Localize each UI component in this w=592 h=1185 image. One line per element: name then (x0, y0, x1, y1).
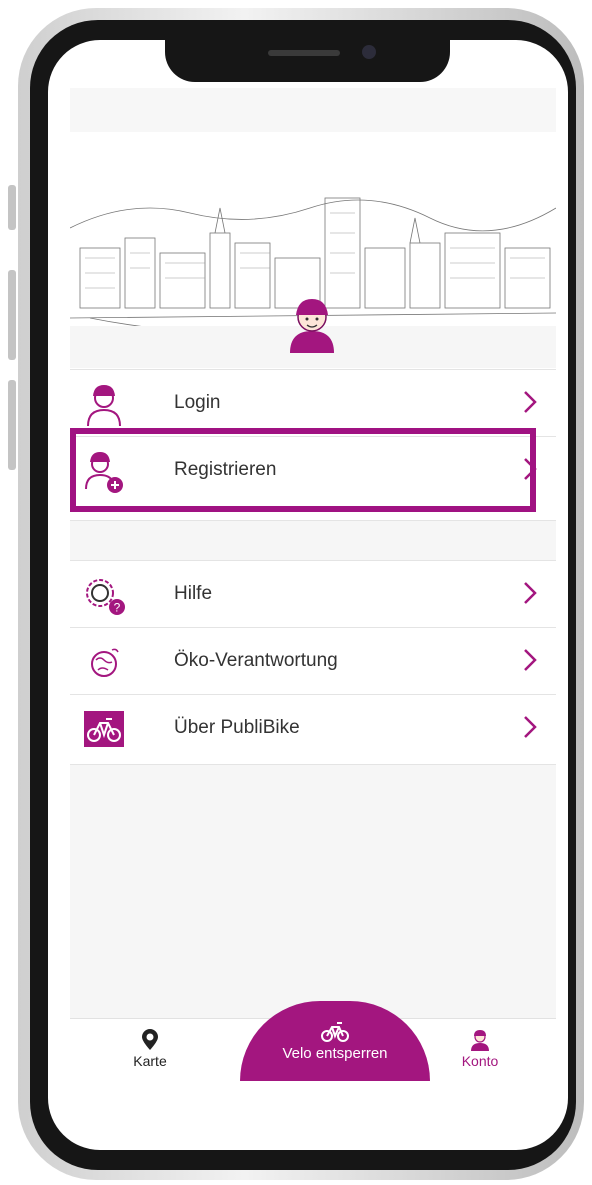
front-camera (362, 45, 376, 59)
user-helmet-icon (87, 385, 121, 426)
tab-label: Karte (133, 1053, 167, 1069)
tab-label: Konto (461, 1053, 499, 1069)
app-screen: Login Registrieren ? Hilfe Öko-Verantwor… (48, 40, 568, 1150)
menu-item-about[interactable]: Über PubliBike (70, 694, 556, 761)
menu-item-label: Öko-Verantwortung (174, 650, 338, 671)
menu-item-login[interactable]: Login (70, 369, 556, 436)
chevron-right-icon (524, 582, 537, 604)
chevron-right-icon (524, 649, 537, 671)
bike-icon (321, 1022, 349, 1042)
bike-icon (84, 711, 124, 747)
volume-up-button (8, 270, 16, 360)
tab-account[interactable]: Konto (420, 1019, 540, 1081)
speaker-grille (268, 50, 340, 56)
phone-notch (165, 38, 450, 82)
content-empty-area (70, 764, 556, 1021)
user-helmet-icon (471, 1030, 489, 1051)
section-divider (70, 520, 556, 561)
chevron-right-icon (524, 391, 537, 413)
menu-item-label: Hilfe (174, 583, 213, 604)
status-bar (70, 88, 556, 132)
highlight-box (70, 428, 536, 512)
tab-label: Velo entsperren (282, 1045, 388, 1062)
globe-icon (91, 648, 119, 677)
map-pin-icon (142, 1029, 158, 1050)
svg-text:?: ? (114, 601, 121, 615)
menu-item-eco[interactable]: Öko-Verantwortung (70, 627, 556, 694)
chevron-right-icon (524, 716, 537, 738)
gear-help-icon: ? (86, 579, 125, 615)
tab-map[interactable]: Karte (90, 1019, 210, 1081)
mute-switch (8, 185, 16, 230)
tab-bar: Karte Velo entsperren Konto (70, 1001, 556, 1081)
menu-item-label: Login (174, 392, 221, 413)
user-avatar-icon (290, 299, 334, 353)
menu-item-help[interactable]: ? Hilfe (70, 560, 556, 627)
volume-down-button (8, 380, 16, 470)
menu-item-label: Über PubliBike (174, 717, 300, 738)
